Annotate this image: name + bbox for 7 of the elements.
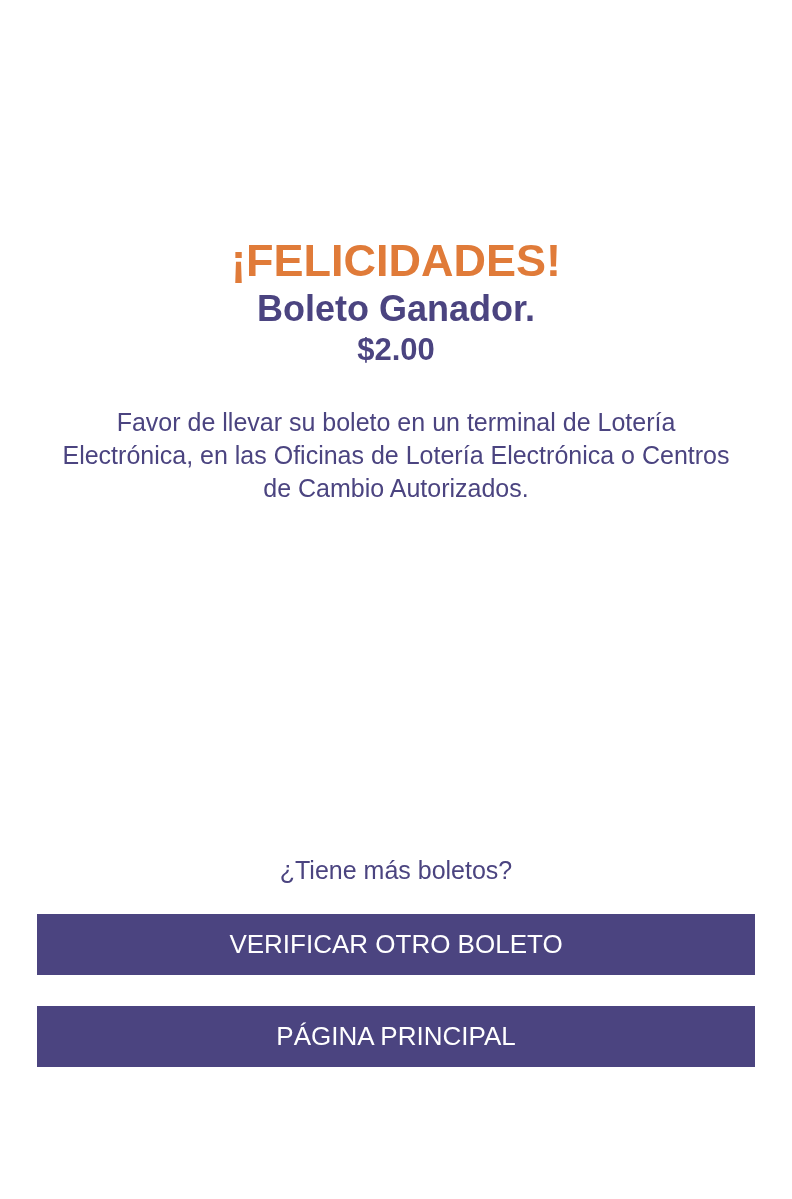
congratulations-title: ¡FELICIDADES! [231, 234, 561, 288]
home-page-button[interactable]: PÁGINA PRINCIPAL [37, 1006, 755, 1067]
prize-amount: $2.00 [357, 331, 435, 369]
winning-ticket-heading: Boleto Ganador. [256, 288, 535, 330]
verify-another-ticket-button[interactable]: VERIFICAR OTRO BOLETO [37, 914, 755, 975]
instructions-text: Favor de llevar su boleto en un terminal de Lotería Electrónica, en las Oficinas de Lotería Electrónica o Centros de Cambio Autorizados. [61, 407, 731, 504]
more-tickets-prompt: ¿Tiene más boletos? [279, 855, 513, 885]
